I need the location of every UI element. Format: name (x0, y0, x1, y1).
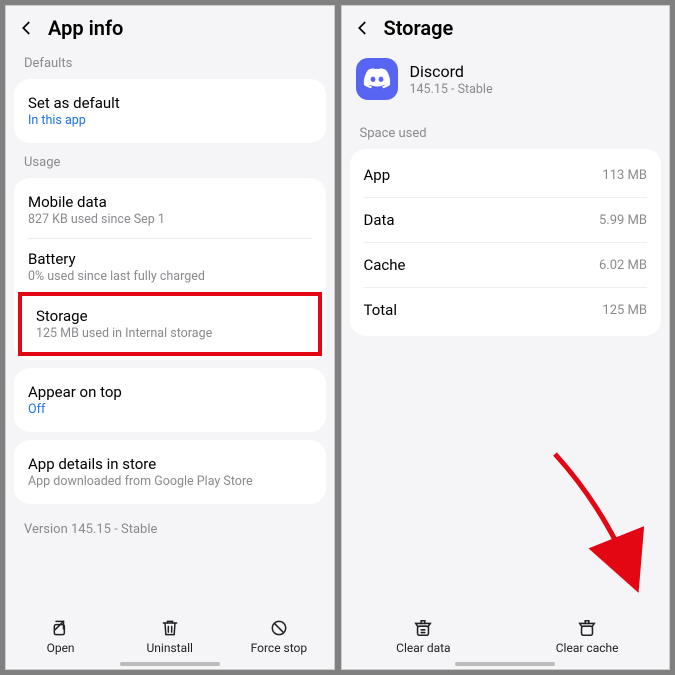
kv-label: Cache (364, 256, 406, 274)
open-button[interactable]: Open (21, 618, 101, 655)
page-title: Storage (384, 16, 454, 40)
kv-value: 6.02 MB (599, 258, 647, 273)
section-space-used: Space used (342, 118, 670, 145)
header: App info (6, 6, 334, 48)
back-icon[interactable] (18, 19, 36, 37)
kv-label: App (364, 166, 391, 184)
card-defaults: Set as default In this app (14, 79, 326, 143)
app-header: Discord 145.15 - Stable (342, 48, 670, 118)
row-title: Appear on top (28, 383, 312, 401)
row-appear-on-top[interactable]: Appear on top Off (14, 372, 326, 428)
uninstall-button[interactable]: Uninstall (130, 618, 210, 655)
row-sub: 125 MB used in Internal storage (36, 326, 304, 341)
card-space-used: App 113 MB Data 5.99 MB Cache 6.02 MB To… (350, 149, 662, 336)
version-text: Version 145.15 - Stable (6, 508, 334, 551)
row-battery[interactable]: Battery 0% used since last fully charged (14, 239, 326, 295)
open-label: Open (47, 641, 75, 655)
kv-value: 113 MB (602, 168, 647, 183)
row-sub: App downloaded from Google Play Store (28, 474, 312, 489)
kv-label: Data (364, 211, 395, 229)
kv-label: Total (364, 301, 398, 319)
page-title: App info (48, 16, 123, 40)
row-sub: Off (28, 402, 312, 417)
bottom-bar: Open Uninstall Force stop (6, 610, 334, 669)
app-version: 145.15 - Stable (410, 82, 493, 97)
app-info-screen: App info Defaults Set as default In this… (5, 5, 335, 670)
row-title: Set as default (28, 94, 312, 112)
row-title: Battery (28, 250, 312, 268)
row-mobile-data[interactable]: Mobile data 827 KB used since Sep 1 (14, 182, 326, 238)
card-usage: Mobile data 827 KB used since Sep 1 Batt… (14, 178, 326, 360)
clear-data-icon (412, 618, 434, 638)
uninstall-label: Uninstall (147, 641, 193, 655)
clear-data-label: Clear data (396, 641, 450, 655)
row-title: Mobile data (28, 193, 312, 211)
open-icon (51, 618, 71, 638)
row-title: App details in store (28, 455, 312, 473)
trash-icon (160, 618, 180, 638)
row-sub: In this app (28, 113, 312, 128)
header: Storage (342, 6, 670, 48)
back-icon[interactable] (354, 19, 372, 37)
discord-icon (356, 58, 398, 100)
card-app-details: App details in store App downloaded from… (14, 440, 326, 504)
clear-cache-icon (576, 618, 598, 638)
row-app-size: App 113 MB (350, 153, 662, 197)
row-title: Storage (36, 307, 304, 325)
row-storage[interactable]: Storage 125 MB used in Internal storage (18, 292, 322, 356)
clear-cache-label: Clear cache (556, 641, 619, 655)
section-defaults: Defaults (6, 48, 334, 75)
row-app-details[interactable]: App details in store App downloaded from… (14, 444, 326, 500)
kv-value: 5.99 MB (599, 213, 647, 228)
storage-screen: Storage Discord 145.15 - Stable Space us… (341, 5, 671, 670)
row-sub: 827 KB used since Sep 1 (28, 212, 312, 227)
annotation-arrow (535, 449, 670, 609)
gesture-bar (120, 662, 220, 666)
row-data-size: Data 5.99 MB (350, 198, 662, 242)
row-total-size: Total 125 MB (350, 288, 662, 332)
clear-cache-button[interactable]: Clear cache (547, 618, 627, 655)
clear-data-button[interactable]: Clear data (383, 618, 463, 655)
row-set-default[interactable]: Set as default In this app (14, 83, 326, 139)
row-sub: 0% used since last fully charged (28, 269, 312, 284)
force-stop-button[interactable]: Force stop (239, 618, 319, 655)
app-meta: Discord 145.15 - Stable (410, 62, 493, 97)
force-stop-label: Force stop (251, 641, 308, 655)
kv-value: 125 MB (602, 303, 647, 318)
bottom-bar: Clear data Clear cache (342, 610, 670, 669)
gesture-bar (455, 662, 555, 666)
section-usage: Usage (6, 147, 334, 174)
row-cache-size: Cache 6.02 MB (350, 243, 662, 287)
card-appear-on-top: Appear on top Off (14, 368, 326, 432)
forbidden-icon (269, 618, 289, 638)
app-name: Discord (410, 62, 493, 81)
